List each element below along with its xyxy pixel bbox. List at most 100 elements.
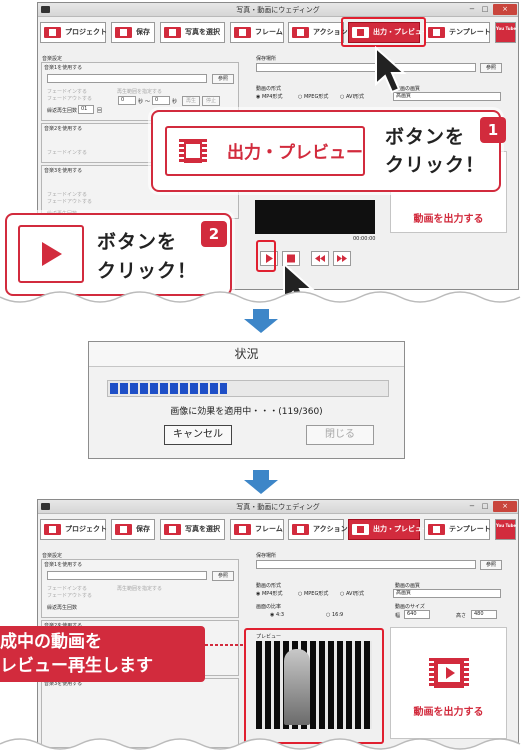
fade-in-checkbox[interactable]: フェードインする: [47, 88, 87, 95]
ratio-16-9-radio[interactable]: ○ 16:9: [326, 612, 343, 618]
fade-in-checkbox-b[interactable]: フェードインする: [47, 585, 87, 592]
fade-in-checkbox-2[interactable]: フェードインする: [47, 149, 87, 156]
height-label: 高さ: [456, 613, 467, 619]
format-mpeg-label: MPEG形式: [303, 94, 329, 100]
format-avi-radio[interactable]: ○ AVI形式: [340, 93, 364, 100]
callout-2: ボタンを クリック！: [5, 213, 232, 296]
ratio-16-9-label: 16:9: [331, 612, 344, 618]
sec-to-field[interactable]: 0: [152, 96, 170, 105]
fade-out-checkbox-b[interactable]: フェードアウトする: [47, 592, 92, 599]
format-label: 動画の形式: [256, 86, 282, 92]
forward-button[interactable]: [333, 251, 351, 266]
save-icon: [115, 524, 132, 535]
ratio-4-3-radio[interactable]: ◉ 4:3: [270, 612, 284, 618]
action-button[interactable]: アクション: [288, 22, 348, 43]
height-field[interactable]: 480: [471, 610, 497, 619]
save-location-label-2: 保存場所: [256, 553, 277, 559]
highlight-play-button: [256, 240, 276, 272]
torn-edge-bottom: [0, 738, 523, 754]
save-location-ref-button-2[interactable]: 参照: [480, 560, 502, 570]
output-preview-label: 出力・プレビュー: [373, 525, 429, 533]
save-button[interactable]: 保存: [111, 22, 155, 43]
use-music1-checkbox[interactable]: 音楽1を使用する: [44, 64, 82, 71]
play-range-checkbox-b[interactable]: 再生範囲を指定する: [117, 585, 162, 592]
music1-path-field[interactable]: [47, 74, 207, 83]
format-avi-radio-2[interactable]: ○ AVI形式: [340, 590, 364, 597]
music-settings-title: 音楽設定: [42, 56, 63, 62]
dotted-connector: [200, 644, 244, 646]
youtube-button[interactable]: You Tube: [495, 22, 516, 43]
play-range-checkbox[interactable]: 再生範囲を指定する: [117, 88, 162, 95]
caption-line2: レビュー再生します: [0, 656, 153, 676]
use-music2-checkbox[interactable]: 音楽2を使用する: [44, 125, 82, 132]
caption-box: 成中の動画を レビュー再生します: [0, 626, 205, 682]
save-location-ref-button[interactable]: 参照: [480, 63, 502, 73]
callout-2-play-image: [18, 225, 84, 283]
repeat-field[interactable]: 01: [78, 105, 94, 114]
select-photo-button[interactable]: 写真を選択: [160, 22, 225, 43]
film-icon: [352, 524, 369, 535]
action-icon: [292, 27, 309, 38]
fade-out-checkbox[interactable]: フェードアウトする: [47, 95, 92, 102]
callout-2-line1: ボタンを: [97, 231, 178, 253]
select-photo-button-2[interactable]: 写真を選択: [160, 519, 225, 540]
highlight-output-preview: [341, 17, 426, 47]
film-icon-large: [179, 139, 207, 163]
save-location-field[interactable]: [256, 63, 476, 72]
progress-fill: [110, 383, 227, 394]
frame-label: フレーム: [255, 525, 283, 533]
window-title: 写真・動画にウェディング: [236, 6, 320, 14]
frame-button-2[interactable]: フレーム: [230, 519, 284, 540]
cancel-button[interactable]: キャンセル: [164, 425, 232, 445]
quality-select-2[interactable]: 高画質: [393, 589, 501, 598]
format-mp4-radio-2[interactable]: ◉ MP4形式: [256, 590, 282, 597]
format-mpeg-radio[interactable]: ○ MPEG形式: [298, 93, 328, 100]
film-icon-output: [429, 658, 469, 688]
music-settings-title-2: 音楽設定: [42, 553, 63, 559]
music1-group-2: 音楽1を使用する 参照 フェードインする フェードアウトする 再生範囲を指定する…: [41, 559, 239, 618]
app-icon-2: [41, 503, 50, 510]
format-label-2: 動画の形式: [256, 583, 282, 589]
close-button[interactable]: ×: [493, 4, 517, 15]
dialog-close-button[interactable]: 閉じる: [306, 425, 374, 445]
save-label: 保存: [136, 28, 150, 36]
ratio-label: 画面の比率: [256, 604, 282, 610]
sec-from-field[interactable]: 0: [118, 96, 136, 105]
frame-button[interactable]: フレーム: [230, 22, 284, 43]
stop-music-button[interactable]: 停止: [202, 96, 220, 106]
maximize-button[interactable]: □: [479, 4, 491, 15]
fade-out-checkbox-3[interactable]: フェードアウトする: [47, 198, 92, 205]
music1-ref-button-2[interactable]: 参照: [212, 571, 234, 581]
project-button[interactable]: プロジェクト: [40, 22, 107, 43]
project-button-2[interactable]: プロジェクト: [40, 519, 107, 540]
step-1-badge: 1: [480, 117, 506, 143]
music1-ref-button[interactable]: 参照: [212, 74, 234, 84]
ratio-4-3-label: 4:3: [275, 612, 284, 618]
template-button[interactable]: テンプレート: [424, 22, 491, 43]
photo-icon: [164, 27, 181, 38]
action-button-2[interactable]: アクション: [288, 519, 348, 540]
template-label: テンプレート: [449, 525, 491, 533]
minimize-button[interactable]: −: [466, 4, 478, 15]
close-button-2[interactable]: ×: [493, 501, 517, 512]
minimize-button-2[interactable]: −: [466, 501, 478, 512]
format-mpeg-radio-2[interactable]: ○ MPEG形式: [298, 590, 328, 597]
output-video-panel-2[interactable]: 動画を出力する: [390, 627, 507, 739]
width-field[interactable]: 640: [404, 610, 430, 619]
music1-path-field-2[interactable]: [47, 571, 207, 580]
use-music3-checkbox[interactable]: 音楽3を使用する: [44, 167, 82, 174]
callout-2-line2: クリック！: [97, 260, 198, 282]
use-music1-checkbox-2[interactable]: 音楽1を使用する: [44, 561, 82, 568]
fade-in-checkbox-3[interactable]: フェードインする: [47, 191, 87, 198]
status-dialog: 状況 画像に効果を適用中・・・(119/360) キャンセル 閉じる: [88, 341, 405, 459]
maximize-button-2[interactable]: □: [479, 501, 491, 512]
play-music-button[interactable]: 再生: [182, 96, 200, 106]
toolbar: プロジェクト 保存 写真を選択 フレーム アクション 出力・プレビュー テンプレ…: [40, 22, 516, 44]
output-preview-button-2[interactable]: 出力・プレビュー: [348, 519, 429, 540]
youtube-label: You Tube: [496, 523, 517, 528]
template-button-2[interactable]: テンプレート: [424, 519, 491, 540]
youtube-button-2[interactable]: You Tube: [495, 519, 516, 540]
save-location-field-2[interactable]: [256, 560, 476, 569]
save-button-2[interactable]: 保存: [111, 519, 155, 540]
format-mp4-radio[interactable]: ◉ MP4形式: [256, 93, 282, 100]
